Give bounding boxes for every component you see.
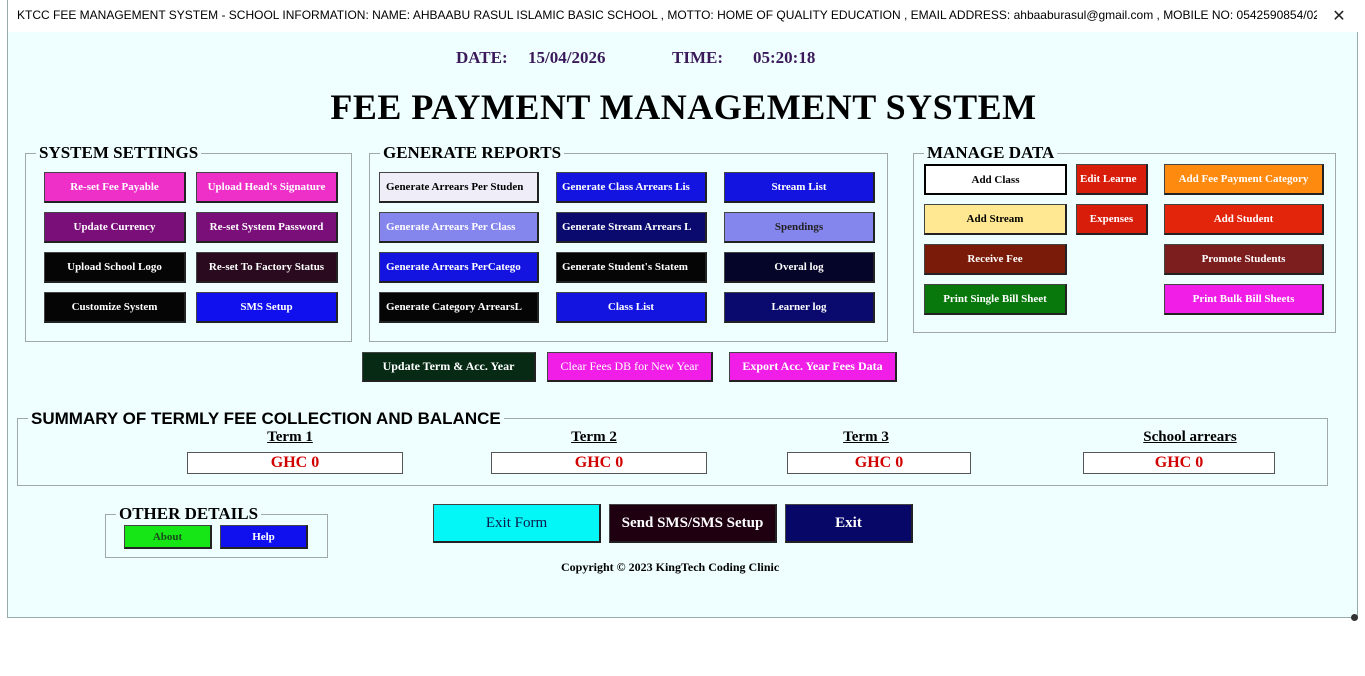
- term2-value: GHC 0: [491, 452, 707, 474]
- time-value: 05:20:18: [753, 48, 816, 67]
- add-stream-button[interactable]: Add Stream: [924, 204, 1067, 235]
- print-single-bill-button[interactable]: Print Single Bill Sheet: [924, 284, 1067, 315]
- date-label: DATE:: [456, 48, 508, 67]
- class-arrears-list-button[interactable]: Generate Class Arrears Lis: [556, 172, 707, 203]
- copyright-text: Copyright © 2023 KingTech Coding Clinic: [561, 560, 780, 574]
- expenses-button[interactable]: Expenses: [1076, 204, 1148, 235]
- term2-label: Term 2: [571, 429, 617, 445]
- generate-reports-group: GENERATE REPORTS Generate Arrears Per St…: [369, 143, 888, 342]
- resize-grip-icon: [1351, 614, 1358, 621]
- generate-reports-legend: GENERATE REPORTS: [380, 143, 565, 163]
- system-settings-legend: SYSTEM SETTINGS: [36, 143, 202, 163]
- term3-value: GHC 0: [787, 452, 971, 474]
- reset-fee-payable-button[interactable]: Re-set Fee Payable: [44, 172, 186, 203]
- manage-data-group: MANAGE DATA Add Class Edit Learne Add Fe…: [913, 143, 1336, 333]
- edit-learner-button[interactable]: Edit Learne: [1076, 164, 1148, 195]
- export-fees-data-button[interactable]: Export Acc. Year Fees Data: [729, 352, 897, 382]
- arrears-per-class-button[interactable]: Generate Arrears Per Class: [379, 212, 539, 243]
- upload-school-logo-button[interactable]: Upload School Logo: [44, 252, 186, 283]
- spendings-button[interactable]: Spendings: [724, 212, 875, 243]
- arrears-per-student-button[interactable]: Generate Arrears Per Studen: [379, 172, 539, 203]
- receive-fee-button[interactable]: Receive Fee: [924, 244, 1067, 275]
- manage-data-legend: MANAGE DATA: [924, 143, 1058, 163]
- learner-log-button[interactable]: Learner log: [724, 292, 875, 323]
- close-icon[interactable]: ✕: [1327, 5, 1351, 27]
- reset-system-password-button[interactable]: Re-set System Password: [196, 212, 338, 243]
- exit-form-button[interactable]: Exit Form: [433, 504, 601, 543]
- exit-button[interactable]: Exit: [785, 504, 913, 543]
- term1-value: GHC 0: [187, 452, 403, 474]
- term3-label: Term 3: [843, 429, 889, 445]
- add-student-button[interactable]: Add Student: [1164, 204, 1324, 235]
- clear-fees-db-button[interactable]: Clear Fees DB for New Year: [547, 352, 713, 382]
- promote-students-button[interactable]: Promote Students: [1164, 244, 1324, 275]
- overal-log-button[interactable]: Overal log: [724, 252, 875, 283]
- category-arrears-list-button[interactable]: Generate Category ArrearsL: [379, 292, 539, 323]
- window-title: KTCC FEE MANAGEMENT SYSTEM - SCHOOL INFO…: [17, 8, 1317, 22]
- summary-legend: SUMMARY OF TERMLY FEE COLLECTION AND BAL…: [28, 409, 504, 429]
- main-window: KTCC FEE MANAGEMENT SYSTEM - SCHOOL INFO…: [7, 0, 1359, 618]
- system-settings-group: SYSTEM SETTINGS Re-set Fee Payable Uploa…: [25, 143, 352, 342]
- student-statement-button[interactable]: Generate Student's Statem: [556, 252, 707, 283]
- class-list-button[interactable]: Class List: [556, 292, 707, 323]
- stream-list-button[interactable]: Stream List: [724, 172, 875, 203]
- upload-heads-signature-button[interactable]: Upload Head's Signature: [196, 172, 338, 203]
- page-title: FEE PAYMENT MANAGEMENT SYSTEM: [330, 87, 1037, 127]
- other-details-legend: OTHER DETAILS: [116, 504, 262, 524]
- customize-system-button[interactable]: Customize System: [44, 292, 186, 323]
- other-details-group: OTHER DETAILS About Help: [105, 504, 328, 558]
- term1-label: Term 1: [267, 429, 313, 445]
- add-fee-category-button[interactable]: Add Fee Payment Category: [1164, 164, 1324, 195]
- send-sms-button[interactable]: Send SMS/SMS Setup: [609, 504, 777, 543]
- school-arrears-value: GHC 0: [1083, 452, 1275, 474]
- date-value: 15/04/2026: [528, 48, 606, 67]
- sms-setup-button[interactable]: SMS Setup: [196, 292, 338, 323]
- stream-arrears-list-button[interactable]: Generate Stream Arrears L: [556, 212, 707, 243]
- time-label: TIME:: [672, 48, 723, 67]
- update-currency-button[interactable]: Update Currency: [44, 212, 186, 243]
- arrears-per-category-button[interactable]: Generate Arrears PerCatego: [379, 252, 539, 283]
- about-button[interactable]: About: [124, 525, 212, 549]
- school-arrears-label: School arrears: [1143, 429, 1237, 445]
- add-class-button[interactable]: Add Class: [924, 164, 1067, 195]
- reset-factory-status-button[interactable]: Re-set To Factory Status: [196, 252, 338, 283]
- help-button[interactable]: Help: [220, 525, 308, 549]
- print-bulk-bills-button[interactable]: Print Bulk Bill Sheets: [1164, 284, 1324, 315]
- title-bar: KTCC FEE MANAGEMENT SYSTEM - SCHOOL INFO…: [8, 0, 1359, 32]
- update-term-button[interactable]: Update Term & Acc. Year: [362, 352, 536, 382]
